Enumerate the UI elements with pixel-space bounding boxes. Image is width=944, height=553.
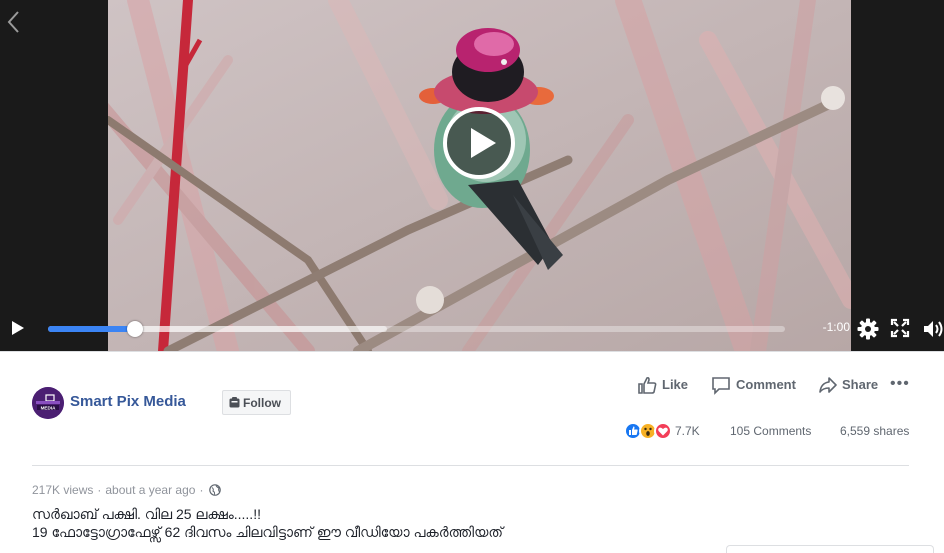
follow-button[interactable]: Follow — [222, 390, 291, 415]
video-controls-bar: -1:00 — [0, 308, 944, 351]
video-player[interactable]: -1:00 — [0, 0, 944, 351]
post-caption-line2: 19 ഫോട്ടോഗ്രാഫേഴ്സ് 62 ദിവസം ചിലവിട്ടാണ്… — [32, 524, 504, 540]
divider — [0, 351, 944, 352]
thumbs-up-icon — [638, 376, 657, 394]
post-timestamp[interactable]: about a year ago — [105, 483, 195, 497]
settings-button[interactable] — [857, 318, 879, 340]
comment-label: Comment — [736, 377, 796, 392]
view-count: 217K views — [32, 483, 94, 497]
volume-icon — [924, 321, 943, 337]
svg-text:MEDIA: MEDIA — [41, 405, 56, 410]
volume-button[interactable] — [922, 318, 944, 340]
progress-played — [48, 326, 135, 332]
smart-pix-media-logo: MEDIA — [32, 387, 64, 419]
play-icon — [471, 128, 496, 158]
meta-separator: · — [97, 483, 102, 497]
follow-label: Follow — [243, 396, 281, 410]
meta-separator: · — [199, 483, 204, 497]
facebook-video-post: -1:00 MEDIA Smart Pix Media Follow Like … — [0, 0, 944, 553]
comment-button[interactable]: Comment — [711, 375, 801, 395]
love-reaction-icon — [654, 422, 672, 440]
follow-icon — [229, 397, 240, 408]
chat-panel-edge[interactable] — [726, 545, 934, 553]
shares-count-link[interactable]: 6,559 shares — [840, 424, 909, 438]
comments-count-link[interactable]: 105 Comments — [730, 424, 811, 438]
share-label: Share — [842, 377, 879, 392]
like-label: Like — [662, 377, 689, 392]
play-icon — [12, 321, 24, 335]
fullscreen-icon — [890, 318, 910, 338]
post-meta: 217K views · about a year ago · — [32, 483, 222, 497]
globe-icon[interactable] — [209, 484, 222, 496]
share-button[interactable]: Share — [818, 375, 880, 395]
time-remaining: -1:00 — [822, 320, 850, 334]
more-options-button[interactable]: ••• — [890, 376, 910, 392]
progress-bar[interactable] — [48, 321, 785, 337]
divider — [32, 465, 909, 466]
back-button[interactable] — [6, 10, 26, 36]
comment-bubble-icon — [712, 377, 730, 395]
share-arrow-icon — [819, 377, 837, 393]
like-button[interactable]: Like — [637, 375, 693, 395]
play-button[interactable] — [10, 320, 28, 338]
post-caption-line1: സർഖാബ് പക്ഷി. വില 25 ലക്ഷം.....!! — [32, 506, 261, 522]
fullscreen-button[interactable] — [890, 318, 912, 340]
progress-scrubber[interactable] — [126, 321, 143, 337]
page-avatar[interactable]: MEDIA — [32, 387, 64, 419]
reactions-count[interactable]: 7.7K — [675, 424, 700, 438]
page-name-link[interactable]: Smart Pix Media — [70, 393, 186, 410]
settings-gear-icon — [857, 318, 879, 340]
back-chevron-icon — [7, 11, 19, 33]
big-play-button[interactable] — [443, 107, 515, 179]
